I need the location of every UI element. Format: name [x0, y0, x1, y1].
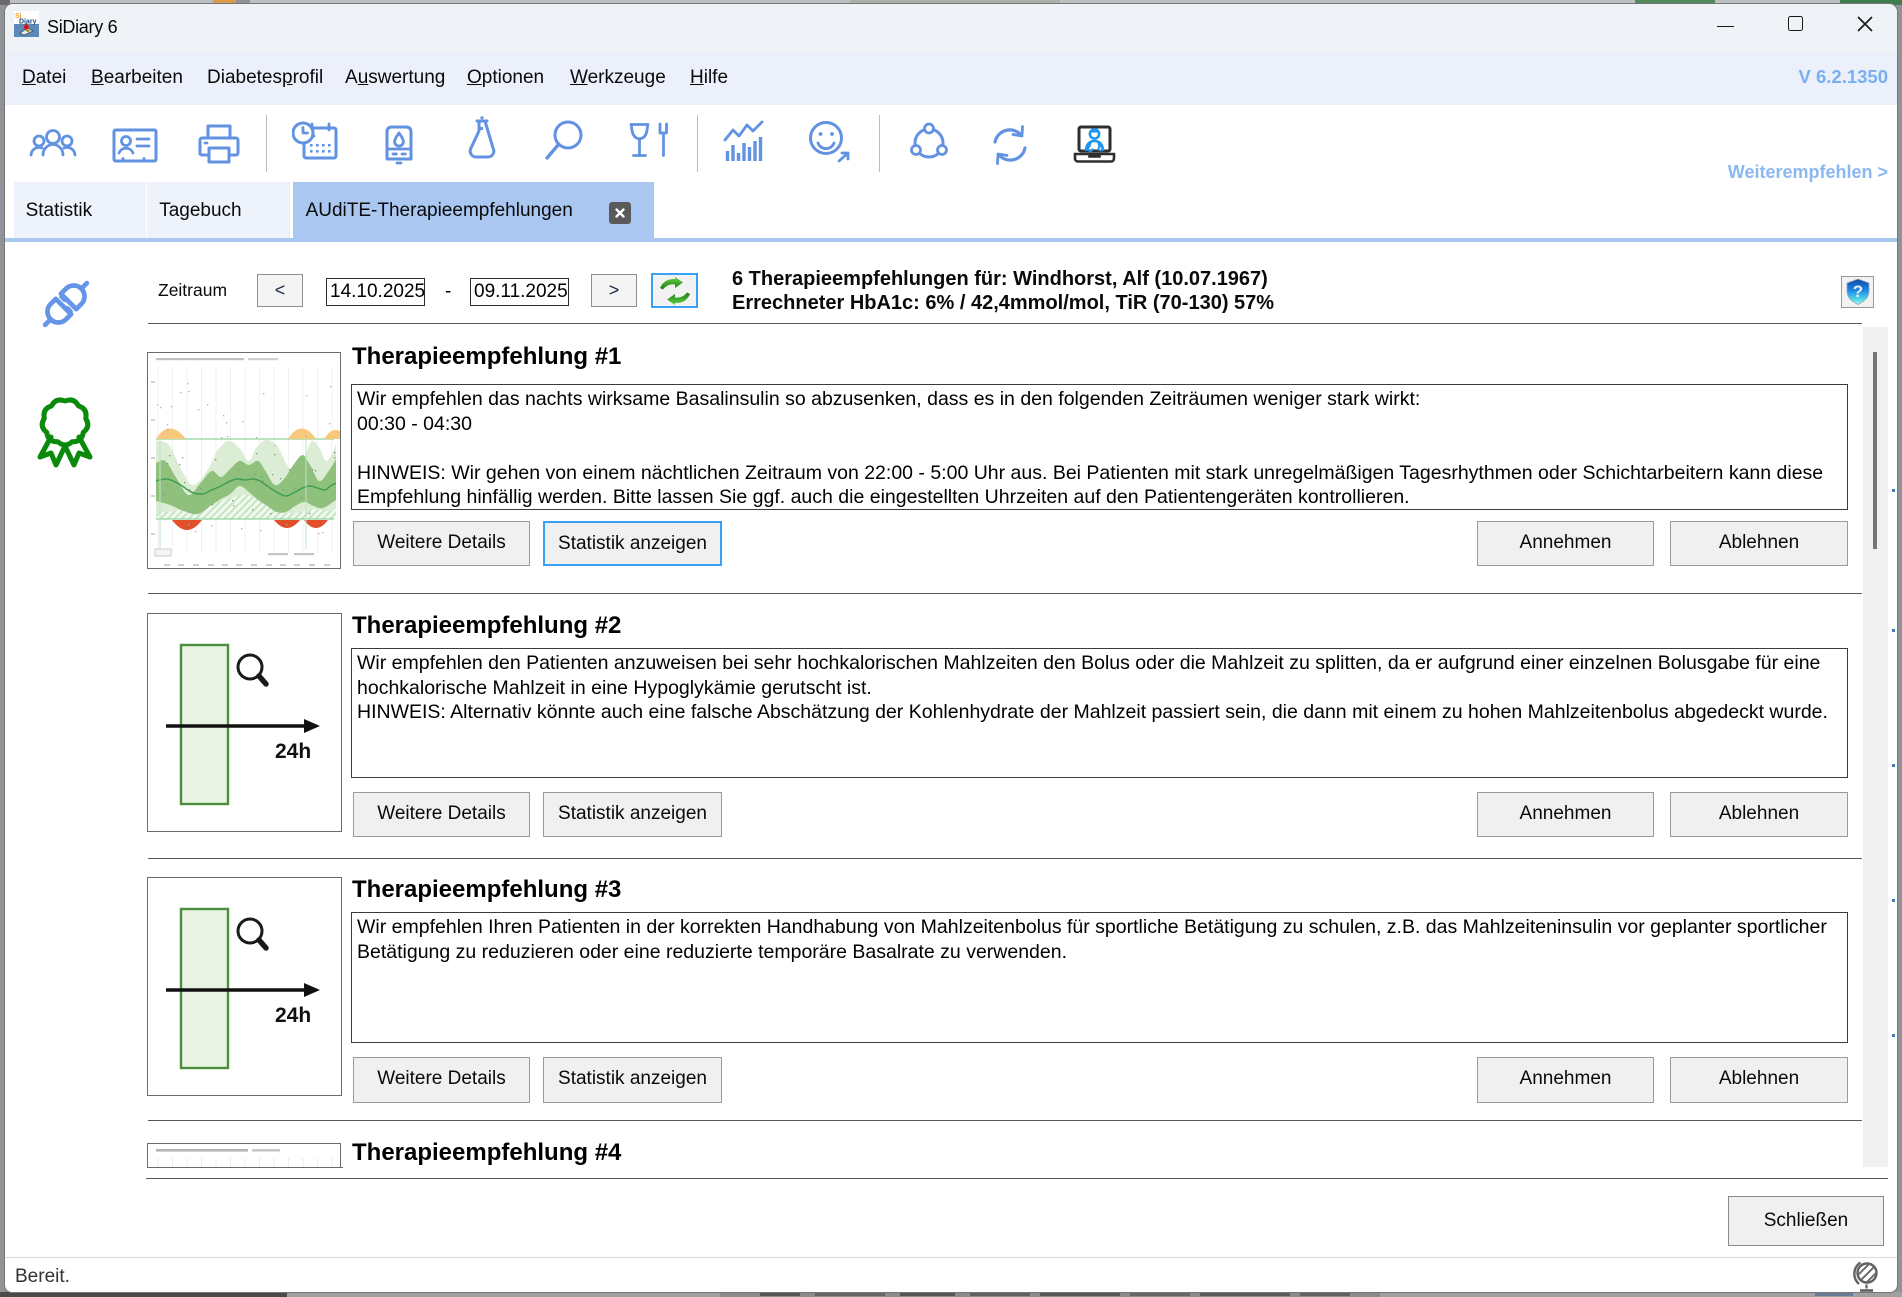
svg-text:Diary: Diary: [19, 19, 37, 26]
svg-text:24h: 24h: [275, 1004, 311, 1027]
svg-text:24h: 24h: [275, 740, 311, 763]
svg-text:?: ?: [1852, 282, 1862, 301]
